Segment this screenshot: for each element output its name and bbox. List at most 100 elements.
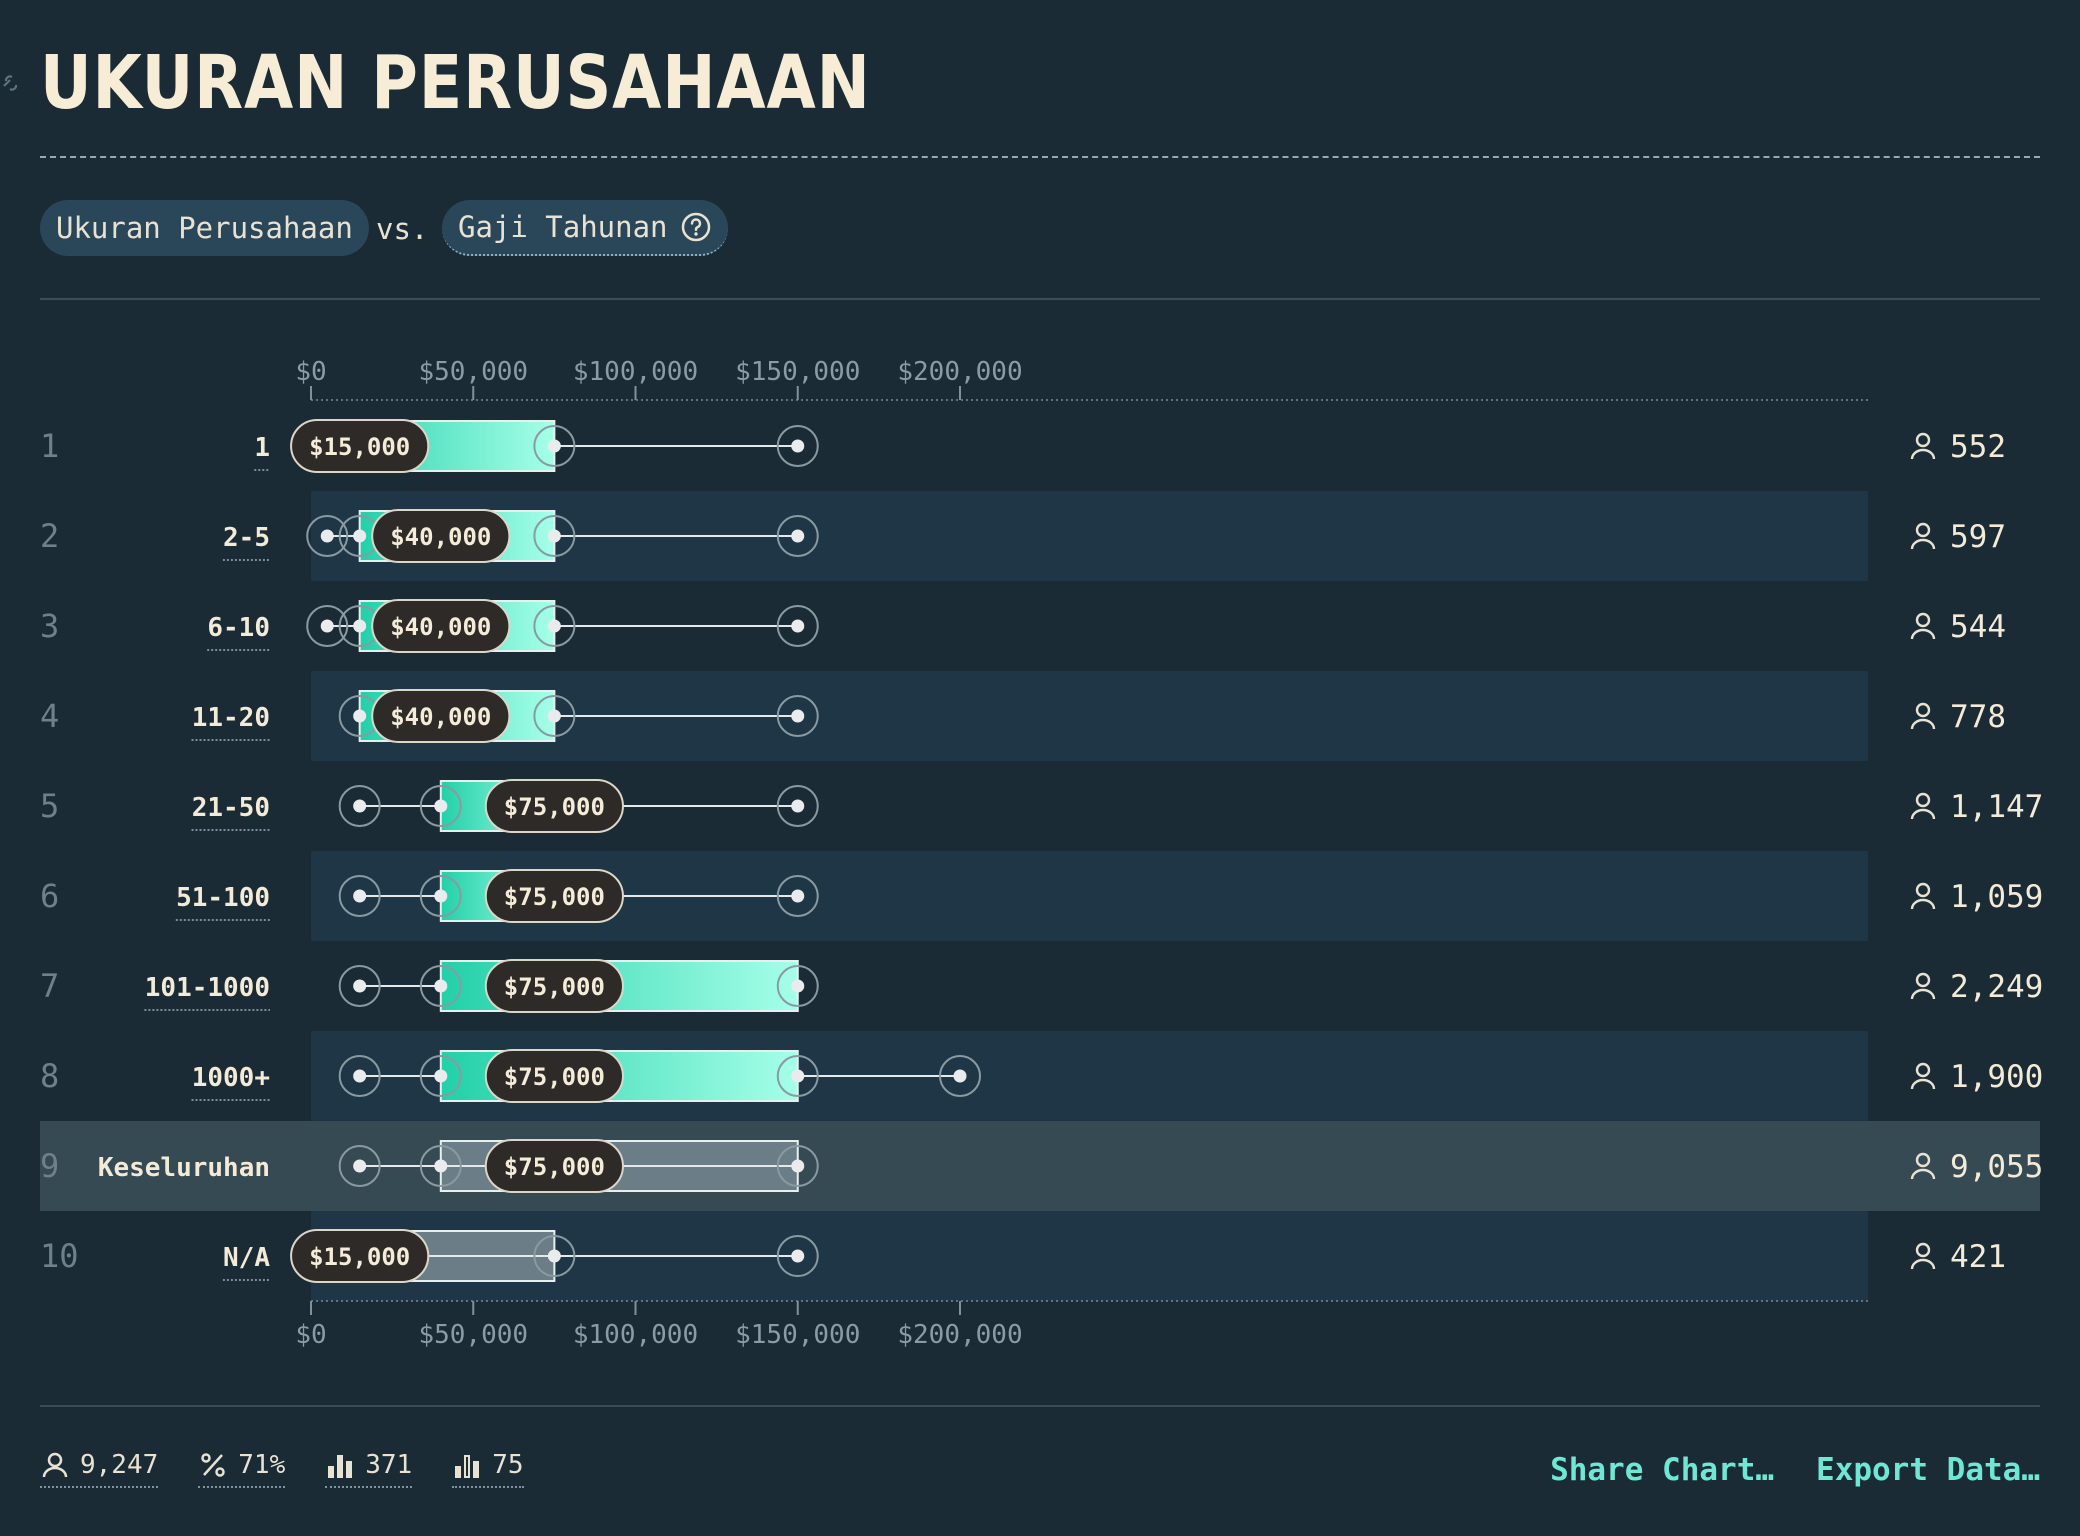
marker-dot [353, 709, 367, 723]
x-tick-label: $50,000 [418, 1320, 528, 1350]
row-label[interactable]: 1000+ [192, 1063, 270, 1093]
marker-dot [791, 709, 805, 723]
share-chart-button[interactable]: Share Chart… [1550, 1452, 1774, 1488]
row-rank: 5 [40, 787, 59, 825]
person-icon [1910, 1242, 1936, 1270]
dimension-label: Ukuran Perusahaan [56, 211, 353, 245]
person-icon [42, 1452, 68, 1478]
person-icon-head [1915, 792, 1931, 808]
row-count: 597 [1950, 519, 2006, 555]
median-label: $75,000 [504, 793, 605, 821]
median-label: $75,000 [504, 1153, 605, 1181]
person-icon-head [1915, 432, 1931, 448]
marker-dot [547, 529, 561, 543]
median-label: $40,000 [390, 523, 491, 551]
person-icon-head [1915, 612, 1931, 628]
chart-row[interactable]: 7 101-1000 $75,000 2,249 [40, 959, 2043, 1013]
row-rank: 8 [40, 1057, 59, 1095]
person-icon-body [1910, 448, 1936, 460]
row-label[interactable]: N/A [223, 1243, 270, 1273]
controls-divider [40, 298, 2040, 300]
metric-selector[interactable]: Gaji Tahunan [442, 200, 728, 256]
marker-dot [791, 889, 805, 903]
person-icon-head [1915, 972, 1931, 988]
marker-dot [320, 529, 334, 543]
marker-dot [547, 1249, 561, 1263]
person-icon-head [1915, 522, 1931, 538]
row-label[interactable]: 6-10 [207, 613, 270, 643]
marker-dot [547, 709, 561, 723]
row-label[interactable]: 11-20 [192, 703, 270, 733]
marker-dot [434, 799, 448, 813]
row-count: 544 [1950, 609, 2006, 645]
row-rank: 7 [40, 967, 59, 1005]
row-label[interactable]: 51-100 [176, 883, 270, 913]
row-label[interactable]: 2-5 [223, 523, 270, 553]
row-count: 552 [1950, 429, 2006, 465]
marker-dot [791, 979, 805, 993]
person-icon [1910, 792, 1936, 820]
row-count: 2,249 [1950, 969, 2043, 1005]
marker-dot [547, 619, 561, 633]
marker-dot [353, 619, 367, 633]
person-icon-body [1910, 628, 1936, 640]
x-tick-label: $150,000 [735, 1320, 860, 1350]
link-icon[interactable] [0, 72, 22, 94]
row-label[interactable]: 21-50 [192, 793, 270, 823]
median-label: $75,000 [504, 973, 605, 1001]
x-tick-label: $0 [295, 357, 326, 387]
marker-dot [320, 619, 334, 633]
summary-stats: 9,247 71% 371 75 [40, 1450, 524, 1488]
person-icon [1910, 612, 1936, 640]
chart-row[interactable]: 3 6-10 $40,000 544 [40, 599, 2006, 653]
percent-value: 71% [238, 1450, 286, 1480]
median-label: $40,000 [390, 613, 491, 641]
person-icon-head [1915, 882, 1931, 898]
row-rank: 9 [40, 1147, 59, 1185]
row-count: 778 [1950, 699, 2006, 735]
marker-dot [353, 799, 367, 813]
x-tick-label: $50,000 [418, 357, 528, 387]
row-rank: 1 [40, 427, 59, 465]
marker-dot [791, 799, 805, 813]
row-rank: 3 [40, 607, 59, 645]
row-count: 1,900 [1950, 1059, 2043, 1095]
marker-dot [791, 1159, 805, 1173]
page-title: UKURAN PERUSAHAAN [40, 40, 871, 126]
person-icon [1910, 972, 1936, 1000]
chart-row[interactable]: 5 21-50 $75,000 1,147 [40, 779, 2043, 833]
marker-dot [547, 439, 561, 453]
dimension-selector[interactable]: Ukuran Perusahaan [40, 200, 369, 256]
help-icon[interactable] [680, 211, 712, 243]
median-label: $40,000 [390, 703, 491, 731]
respondents-stat[interactable]: 9,247 [40, 1450, 159, 1488]
person-icon [1910, 522, 1936, 550]
person-icon-body [1910, 538, 1936, 550]
title-divider [40, 156, 2040, 158]
row-count: 421 [1950, 1239, 2006, 1275]
person-icon-head [1915, 1062, 1931, 1078]
row-rank: 4 [40, 697, 59, 735]
filled-bars-value: 371 [365, 1450, 413, 1480]
median-label: $75,000 [504, 883, 605, 911]
row-count: 1,147 [1950, 789, 2043, 825]
outline-bars-stat[interactable]: 75 [452, 1450, 524, 1488]
row-label[interactable]: Keseluruhan [98, 1153, 270, 1183]
chart-row[interactable]: 1 1 $15,000 552 [40, 419, 2006, 473]
percent-stat[interactable]: 71% [198, 1450, 286, 1488]
row-label[interactable]: 1 [254, 433, 270, 463]
chart-divider [40, 1405, 2040, 1407]
x-tick-label: $0 [295, 1320, 326, 1350]
marker-dot [791, 439, 805, 453]
marker-dot [791, 619, 805, 633]
marker-dot [953, 1069, 967, 1083]
person-icon [1910, 432, 1936, 460]
x-tick-label: $150,000 [735, 357, 860, 387]
export-data-button[interactable]: Export Data… [1816, 1452, 2040, 1488]
marker-dot [434, 1069, 448, 1083]
row-label[interactable]: 101-1000 [145, 973, 270, 1003]
person-icon [1910, 882, 1936, 910]
marker-dot [353, 979, 367, 993]
filled-bars-stat[interactable]: 371 [325, 1450, 413, 1488]
person-icon-body [1910, 1258, 1936, 1270]
